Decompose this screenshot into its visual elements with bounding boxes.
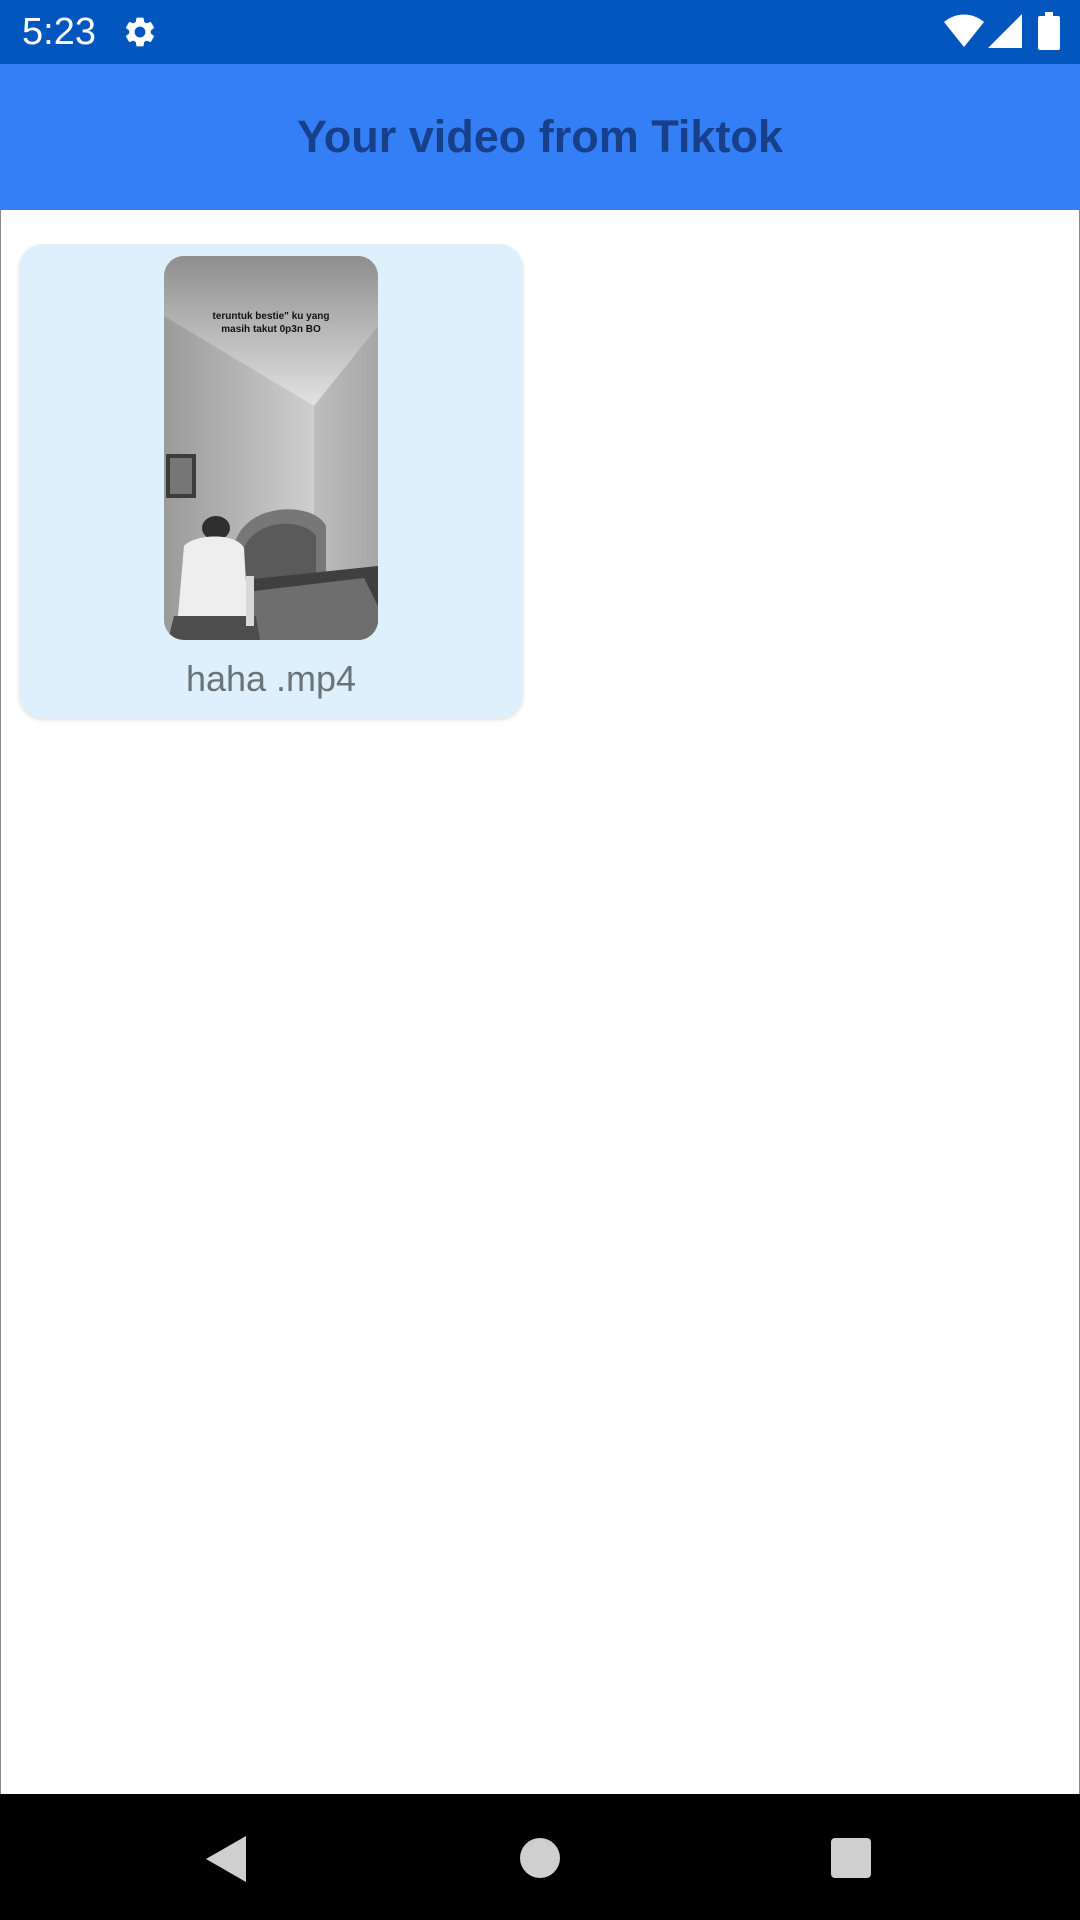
video-list: teruntuk bestie" ku yang masih takut 0p3… [0, 210, 1080, 1794]
wifi-icon [944, 14, 984, 47]
status-time: 5:23 [22, 11, 96, 53]
back-icon[interactable] [206, 1836, 246, 1882]
video-thumbnail[interactable]: teruntuk bestie" ku yang masih takut 0p3… [164, 256, 378, 640]
page-title: Your video from Tiktok [297, 111, 783, 162]
home-icon[interactable] [520, 1838, 560, 1878]
navigation-bar [0, 1794, 1080, 1920]
video-card[interactable]: teruntuk bestie" ku yang masih takut 0p3… [19, 244, 523, 718]
video-file-name: haha .mp4 [185, 658, 357, 699]
thumbnail-caption: teruntuk bestie" ku yang masih takut 0p3… [164, 310, 378, 336]
app-bar: Your video from Tiktok [0, 64, 1080, 210]
gear-icon [125, 17, 155, 47]
thumbnail-caption-line2: masih takut 0p3n BO [221, 324, 321, 335]
recents-icon[interactable] [831, 1838, 871, 1878]
signal-icon [988, 14, 1022, 48]
thumbnail-caption-line1: teruntuk bestie" ku yang [212, 311, 330, 322]
battery-icon [1038, 12, 1060, 50]
status-bar: 5:23 [0, 0, 1080, 64]
